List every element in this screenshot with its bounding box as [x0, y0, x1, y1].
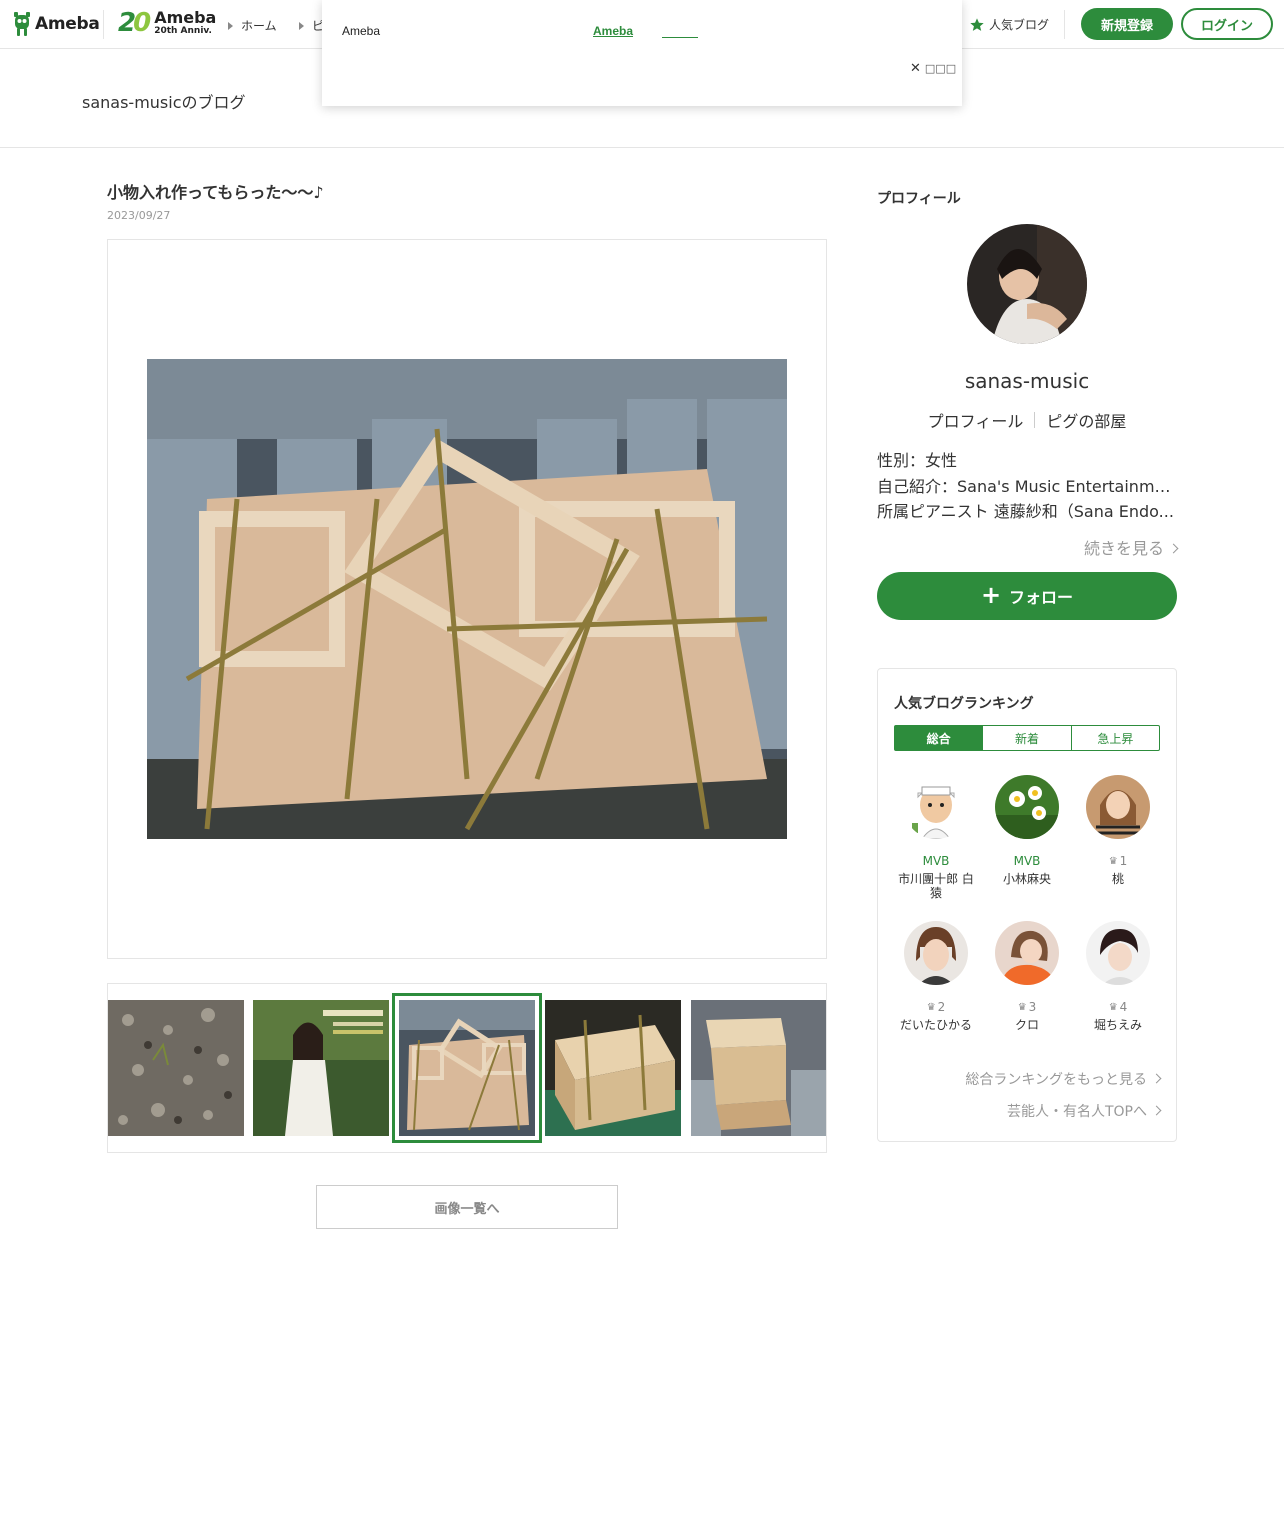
ranking-item[interactable]: ♛ 4 堀ちえみ [1073, 921, 1163, 1032]
crown-icon: ♛ [1108, 1001, 1118, 1013]
article-title[interactable]: 小物入れ作ってもらった〜〜♪ [107, 179, 324, 203]
chevron-right-icon [1151, 1105, 1162, 1116]
anniversary-subtitle: 20th Anniv. [154, 26, 212, 36]
ranking-rank: ♛ 3 [1017, 1000, 1037, 1014]
ranking-rank: ♛ 4 [1108, 1000, 1128, 1014]
profile-name[interactable]: sanas-music [877, 369, 1177, 393]
ranking-item[interactable]: MVB 市川團十郎 白猿 [891, 775, 981, 900]
follow-button[interactable]: + フォロー [877, 572, 1177, 620]
overlay-close-button[interactable]: ✕ □□□ [910, 61, 956, 76]
blog-name-link[interactable]: sanas-musicのブログ [82, 89, 246, 113]
ameba-mascot-icon [12, 11, 32, 37]
thumbnail-album-cover[interactable] [253, 1000, 389, 1136]
thumbnail-gravel[interactable] [108, 1000, 244, 1136]
ranking-item[interactable]: ♛ 1 桃 [1073, 775, 1163, 886]
ranking-name: だいたひかる [899, 1018, 972, 1032]
header-divider [1064, 10, 1065, 39]
profile-intro-continued: 所属ピアニスト 遠藤紗和（Sana Endo... [877, 502, 1174, 521]
notice-overlay: Ameba Ameba ✕ □□□ [322, 0, 962, 106]
ranking-name: 市川團十郎 白猿 [898, 872, 974, 900]
ranking-avatar [1086, 775, 1150, 839]
plus-icon: + [980, 581, 1002, 609]
tab-new[interactable]: 新着 [983, 726, 1072, 750]
ranking-more-link[interactable]: 総合ランキングをもっと見る [965, 1069, 1162, 1089]
profile-gender: 性別：女性 [877, 451, 958, 470]
chevron-right-icon [1168, 543, 1179, 554]
ranking-avatar [1086, 921, 1150, 985]
breadcrumb-item[interactable]: ピ [299, 17, 324, 34]
ranking-item[interactable]: MVB 小林麻央 [982, 775, 1072, 886]
header-divider [103, 10, 104, 39]
link-divider [1034, 412, 1036, 428]
ranking-item[interactable]: ♛ 3 クロ [982, 921, 1072, 1032]
login-button[interactable]: ログイン [1181, 8, 1273, 40]
profile-intro: 自己紹介：Sana's Music Entertainment [877, 476, 1177, 496]
ranking-name: 小林麻央 [1002, 872, 1051, 886]
ranking-avatar [904, 775, 968, 839]
read-more-link[interactable]: 続きを見る [877, 535, 1179, 559]
overlay-link-secondary[interactable] [662, 24, 698, 38]
popular-blog-link[interactable]: 人気ブログ [969, 16, 1049, 33]
ranking-tabs: 総合 新着 急上昇 [894, 725, 1160, 751]
profile-avatar[interactable] [967, 224, 1087, 344]
ranking-name: 堀ちえみ [1093, 1018, 1142, 1032]
thumbnail-frame-clamps[interactable] [392, 993, 542, 1143]
tab-overall[interactable]: 総合 [895, 726, 984, 750]
ranking-box: 人気ブログランキング 総合 新着 急上昇 MVB 市川團十郎 白猿 MVB 小林… [877, 668, 1177, 1142]
celebrity-top-link[interactable]: 芸能人・有名人TOPへ [1007, 1101, 1162, 1121]
overlay-link[interactable]: Ameba [593, 24, 633, 38]
caret-right-icon [299, 21, 304, 30]
star-icon [969, 17, 985, 33]
close-icon: ✕ [910, 61, 921, 76]
image-list-button[interactable]: 画像一覧へ [316, 1185, 618, 1229]
pigg-room-link[interactable]: ピグの部屋 [1046, 408, 1126, 432]
ranking-badge: MVB [922, 854, 950, 868]
logo-text: Ameba [35, 14, 100, 34]
article-date: 2023/09/27 [107, 209, 171, 222]
profile-heading: プロフィール [877, 191, 961, 207]
chevron-right-icon [1151, 1073, 1162, 1084]
thumbnail-finished-box[interactable] [691, 1000, 826, 1136]
ranking-item[interactable]: ♛ 2 だいたひかる [891, 921, 981, 1032]
ranking-badge: MVB [1013, 854, 1041, 868]
register-button[interactable]: 新規登録 [1081, 8, 1173, 40]
ranking-name: 桃 [1111, 872, 1124, 886]
ranking-rank: ♛ 1 [1108, 854, 1128, 868]
ranking-title: 人気ブログランキング [894, 696, 1034, 712]
thumbnail-wooden-box[interactable] [545, 1000, 681, 1136]
crown-icon: ♛ [1108, 855, 1118, 867]
ranking-avatar [904, 921, 968, 985]
ranking-avatar [995, 921, 1059, 985]
ameba-logo[interactable]: Ameba [12, 11, 100, 37]
profile-links: プロフィール ピグの部屋 [877, 408, 1177, 432]
crown-icon: ♛ [926, 1001, 936, 1013]
ranking-rank: ♛ 2 [926, 1000, 946, 1014]
anniversary-title: Ameba [154, 8, 217, 27]
tab-rising[interactable]: 急上昇 [1072, 726, 1159, 750]
profile-info: 性別：女性 自己紹介：Sana's Music Entertainment 所属… [877, 448, 1177, 525]
anniversary-number: 20 [118, 8, 151, 38]
caret-right-icon [228, 21, 233, 30]
main-photo[interactable] [147, 359, 787, 839]
thumbnail-strip [107, 983, 827, 1153]
profile-link[interactable]: プロフィール [928, 408, 1024, 432]
main-image-frame [107, 239, 827, 959]
anniversary-logo[interactable]: 20 Ameba 20th Anniv. [118, 9, 216, 37]
overlay-title: Ameba [342, 24, 381, 38]
breadcrumb-home[interactable]: ホーム [228, 17, 277, 34]
crown-icon: ♛ [1017, 1001, 1027, 1013]
ranking-avatar [995, 775, 1059, 839]
ranking-name: クロ [1014, 1018, 1039, 1032]
